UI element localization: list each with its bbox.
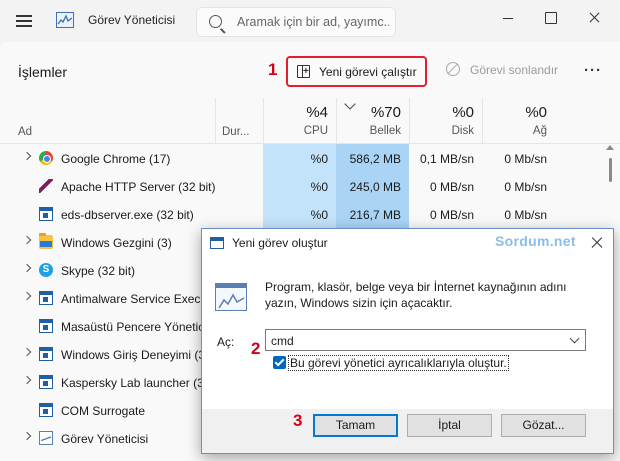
dialog-window-icon <box>210 237 224 249</box>
feather-icon <box>39 179 53 193</box>
expand-chevron-icon[interactable] <box>22 263 32 273</box>
admin-privileges-label[interactable]: Bu görevi yönetici ayrıcalıklarıyla oluş… <box>288 355 509 371</box>
table-row[interactable]: Google Chrome (17) %0 586,2 MB 0,1 MB/sn… <box>0 144 610 172</box>
column-disk[interactable]: %0 Disk <box>409 98 482 144</box>
skype-icon <box>39 263 53 277</box>
app-window-icon <box>39 375 53 389</box>
table-header: Ad Dur... %4 CPU %70 Bellek %0 Disk %0 A… <box>0 98 620 144</box>
dropdown-chevron-icon[interactable] <box>569 333 580 344</box>
expand-chevron-icon[interactable] <box>22 431 32 441</box>
open-label: Aç: <box>217 335 235 349</box>
column-network[interactable]: %0 Ağ <box>482 98 555 144</box>
dialog-title: Yeni görev oluştur <box>232 236 328 250</box>
expand-chevron-icon[interactable] <box>22 375 32 385</box>
search-input[interactable] <box>237 14 389 30</box>
expand-chevron-icon[interactable] <box>22 235 32 245</box>
search-box[interactable] <box>196 7 396 37</box>
folder-icon <box>39 233 53 249</box>
ok-button[interactable]: Tamam <box>313 414 398 437</box>
table-row[interactable]: Apache HTTP Server (32 bit) %0 245,0 MB … <box>0 172 610 200</box>
search-icon <box>209 15 222 28</box>
dialog-message: Program, klasör, belge veya bir İnternet… <box>265 280 567 310</box>
task-manager-icon <box>56 12 74 28</box>
browse-button[interactable]: Gözat... <box>501 414 586 437</box>
admin-privileges-checkbox[interactable] <box>273 356 286 369</box>
app-title: Görev Yöneticisi <box>88 13 176 27</box>
table-row[interactable]: eds-dbserver.exe (32 bit) %0 216,7 MB 0 … <box>0 200 610 228</box>
run-new-task-button[interactable]: Yeni görevi çalıştır <box>286 56 427 87</box>
app-window-icon <box>39 403 53 417</box>
task-manager-icon <box>39 431 53 445</box>
chrome-icon <box>39 151 53 165</box>
app-window-icon <box>39 291 53 305</box>
column-cpu[interactable]: %4 CPU <box>263 98 336 144</box>
column-name[interactable]: Ad <box>0 98 215 144</box>
maximize-button[interactable] <box>536 8 564 28</box>
app-window-icon <box>39 347 53 361</box>
annotation-marker-1: 1 <box>268 60 278 79</box>
run-program-icon <box>215 283 247 311</box>
new-task-dialog: Yeni görev oluştur Sordum.net Program, k… <box>201 228 614 454</box>
menu-icon[interactable] <box>16 15 32 27</box>
new-task-icon <box>297 65 310 78</box>
expand-chevron-icon[interactable] <box>22 291 32 301</box>
minimize-button[interactable] <box>494 8 522 28</box>
annotation-marker-2: 2 <box>251 339 261 358</box>
open-input[interactable] <box>271 333 561 348</box>
run-new-task-label: Yeni görevi çalıştır <box>319 65 417 79</box>
cancel-button[interactable]: İptal <box>407 414 492 437</box>
annotation-marker-3: 3 <box>293 411 303 430</box>
app-window-icon <box>39 319 53 333</box>
app-window-icon <box>39 207 53 221</box>
end-task-label: Görevi sonlandır <box>470 63 559 77</box>
toolbar: İşlemler 1 Yeni görevi çalıştır Görevi s… <box>0 42 620 98</box>
watermark: Sordum.net <box>495 233 576 249</box>
dialog-title-bar: Yeni görev oluştur Sordum.net <box>202 229 613 257</box>
open-combobox[interactable] <box>265 329 586 351</box>
end-task-icon <box>446 62 460 76</box>
expand-chevron-icon[interactable] <box>22 151 32 161</box>
column-status[interactable]: Dur... <box>215 98 263 144</box>
close-button[interactable] <box>580 8 608 28</box>
page-title: İşlemler <box>18 64 68 80</box>
dialog-footer: 3 Tamam İptal Gözat... <box>202 409 613 453</box>
more-options-button[interactable]: ··· <box>584 62 602 79</box>
title-bar: Görev Yöneticisi <box>0 0 620 42</box>
dialog-close-icon[interactable] <box>590 236 604 250</box>
expand-chevron-icon[interactable] <box>22 347 32 357</box>
dialog-body: Program, klasör, belge veya bir İnternet… <box>202 257 613 409</box>
